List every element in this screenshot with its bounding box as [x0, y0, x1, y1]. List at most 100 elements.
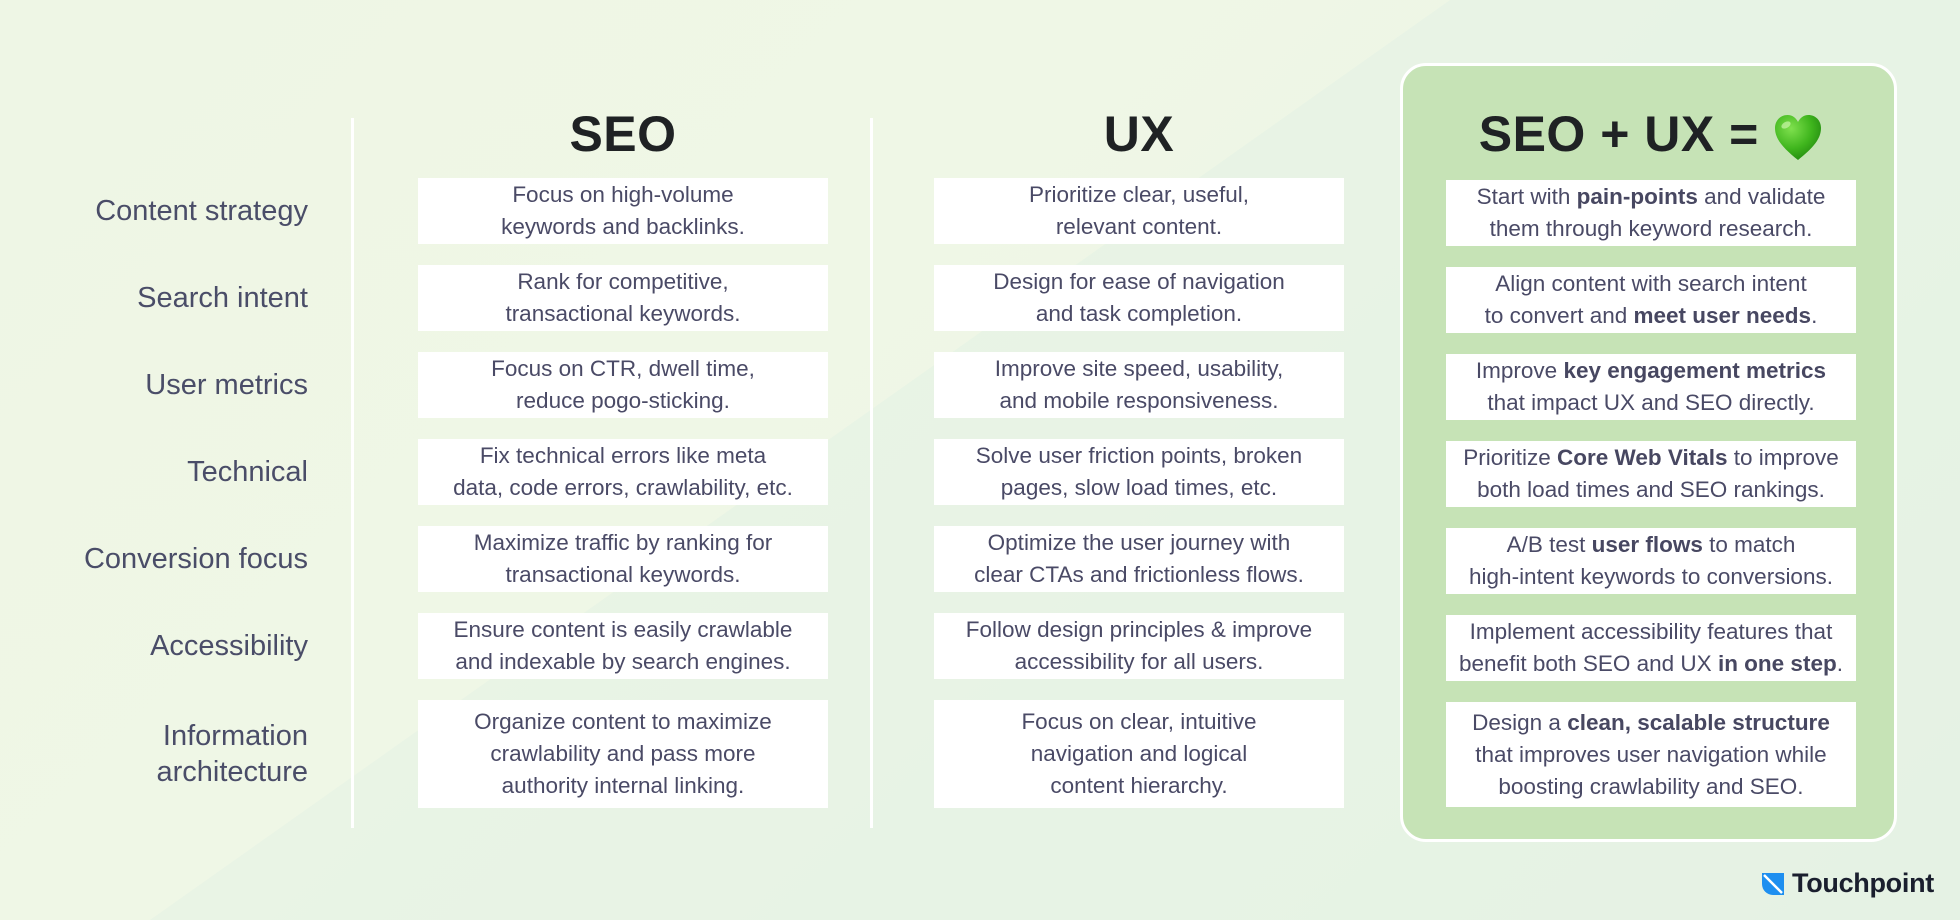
cell-line: Design for ease of navigation [993, 269, 1285, 294]
cell-text: and validate [1697, 184, 1826, 209]
cell-line: authority internal linking. [501, 773, 745, 798]
cell-text: benefit both SEO and UX [1459, 651, 1718, 676]
touchpoint-logo[interactable]: Touchpoint [1760, 868, 1934, 899]
cell-text: Improve [1475, 358, 1564, 383]
cell-text: them through keyword research. [1489, 216, 1813, 241]
cell-line: to convert and meet user needs. [1485, 300, 1818, 332]
cell-text: Prioritize [1463, 445, 1557, 470]
row-label-line: Accessibility [150, 630, 308, 662]
cell-text: Start with [1476, 184, 1577, 209]
cell-line: Fix technical errors like meta [479, 443, 767, 468]
ux-cell: Optimize the user journey with clear CTAs… [934, 526, 1344, 592]
seo-cell: Maximize traffic by ranking for transacti… [418, 526, 828, 592]
cell-text: Design a [1472, 709, 1568, 735]
column-divider [351, 118, 354, 828]
cell-text: . [1836, 651, 1843, 676]
cell-line: boosting crawlability and SEO. [1472, 771, 1830, 803]
cell-line: Design a clean, scalable structure [1472, 707, 1830, 739]
cell-text: to match [1702, 532, 1796, 557]
emphasis-text: pain-points [1576, 184, 1698, 209]
emphasis-text: in one step [1717, 651, 1837, 676]
combined-cell: A/B test user flows to match high-intent … [1446, 528, 1856, 594]
row-label-line: Search intent [137, 282, 308, 314]
cell-line: data, code errors, crawlability, etc. [453, 475, 793, 500]
row-label: Conversion focus [84, 541, 308, 577]
cell-line: Align content with search intent [1485, 268, 1818, 300]
column-header-combined: SEO + UX = [1446, 105, 1856, 167]
cell-line: Optimize the user journey with [987, 530, 1291, 555]
cell-line: Maximize traffic by ranking for [473, 530, 773, 555]
cell-line: Organize content to maximize [474, 709, 772, 734]
cell-line: Rank for competitive, [517, 269, 729, 294]
cell-line: transactional keywords. [505, 562, 741, 587]
ux-cell: Solve user friction points, broken pages,… [934, 439, 1344, 505]
row-label: Search intent [137, 280, 308, 316]
cell-line: Ensure content is easily crawlable [453, 617, 793, 642]
cell-line: reduce pogo-sticking. [516, 388, 730, 413]
cell-line: and indexable by search engines. [455, 649, 791, 674]
emphasis-text: Core Web Vitals [1557, 445, 1728, 470]
cell-line: high-intent keywords to conversions. [1469, 561, 1833, 593]
cell-line: clear CTAs and frictionless flows. [974, 562, 1304, 587]
cell-line: accessibility for all users. [1014, 649, 1264, 674]
combined-cell: Design a clean, scalable structure that i… [1446, 702, 1856, 807]
cell-text: Implement accessibility features that [1469, 619, 1833, 644]
row-label: Content strategy [95, 193, 308, 229]
seo-cell: Rank for competitive, transactional keywo… [418, 265, 828, 331]
emphasis-text: meet user needs [1633, 303, 1812, 328]
cell-line: A/B test user flows to match [1469, 529, 1833, 561]
cell-text: boosting crawlability and SEO. [1498, 773, 1804, 799]
cell-line: relevant content. [1055, 214, 1223, 239]
row-label-line: Conversion focus [83, 543, 308, 575]
row-label-line: User metrics [145, 369, 308, 401]
cell-line: benefit both SEO and UX in one step. [1459, 648, 1843, 680]
cell-line: them through keyword research. [1477, 213, 1826, 245]
cell-line: Implement accessibility features that [1459, 616, 1843, 648]
ux-cell: Focus on clear, intuitive navigation and … [934, 700, 1344, 808]
cell-text: to convert and [1484, 303, 1634, 328]
cell-line: and mobile responsiveness. [999, 388, 1279, 413]
ux-cell: Improve site speed, usability, and mobile… [934, 352, 1344, 418]
combined-cell: Improve key engagement metrics that impac… [1446, 354, 1856, 420]
seo-cell: Focus on CTR, dwell time, reduce pogo-sti… [418, 352, 828, 418]
cell-line: Focus on CTR, dwell time, [491, 356, 755, 381]
cell-line: Solve user friction points, broken [975, 443, 1303, 468]
cell-line: keywords and backlinks. [501, 214, 745, 239]
ux-cell: Design for ease of navigation and task co… [934, 265, 1344, 331]
cell-line: and task completion. [1035, 301, 1243, 326]
cell-text: Align content with search intent [1495, 271, 1807, 296]
cell-line: transactional keywords. [505, 301, 741, 326]
row-label-line: Content strategy [95, 195, 308, 227]
cell-line: pages, slow load times, etc. [1000, 475, 1278, 500]
green-heart-icon [1775, 114, 1822, 160]
cell-line: crawlability and pass more [490, 741, 756, 766]
emphasis-text: user flows [1591, 532, 1703, 557]
cell-text: . [1811, 303, 1818, 328]
row-label-line: architecture [156, 756, 308, 788]
column-header-seo: SEO [569, 106, 677, 162]
touchpoint-logo-icon [1762, 872, 1784, 895]
cell-line: Improve key engagement metrics [1476, 355, 1826, 387]
seo-cell: Fix technical errors like meta data, code… [418, 439, 828, 505]
cell-line: Focus on clear, intuitive [1021, 709, 1257, 734]
cell-text: both load times and SEO rankings. [1477, 477, 1825, 502]
cell-text: to improve [1727, 445, 1839, 470]
cell-text: that impact UX and SEO directly. [1487, 390, 1815, 415]
row-label: Information architecture [156, 718, 308, 790]
row-label: Accessibility [150, 628, 308, 664]
emphasis-text: key engagement metrics [1563, 358, 1827, 383]
cell-text: that improves user navigation while [1475, 741, 1827, 767]
ux-cell: Prioritize clear, useful, relevant conten… [934, 178, 1344, 244]
cell-line: Start with pain-points and validate [1477, 181, 1826, 213]
seo-cell: Ensure content is easily crawlable and in… [418, 613, 828, 679]
cell-line: both load times and SEO rankings. [1463, 474, 1839, 506]
cell-line: Improve site speed, usability, [994, 356, 1284, 381]
cell-text: high-intent keywords to conversions. [1469, 564, 1833, 589]
row-label: User metrics [145, 367, 308, 403]
row-label-line: Information [162, 720, 308, 752]
cell-line: that improves user navigation while [1472, 739, 1830, 771]
combined-cell: Align content with search intent to conve… [1446, 267, 1856, 333]
seo-cell: Focus on high-volume keywords and backlin… [418, 178, 828, 244]
seo-cell: Organize content to maximize crawlability… [418, 700, 828, 808]
row-label: Technical [187, 454, 308, 490]
